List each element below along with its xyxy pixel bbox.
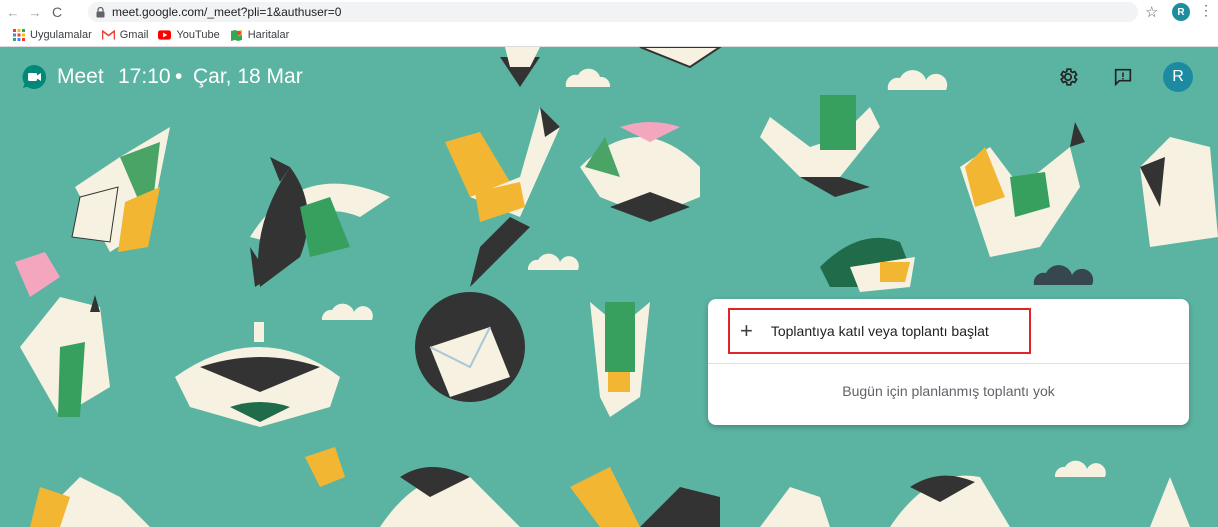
bookmark-label: Haritalar xyxy=(247,29,290,41)
bookmark-apps[interactable]: Uygulamalar xyxy=(12,29,92,42)
reload-icon[interactable]: C xyxy=(48,3,66,21)
meet-date: Çar, 18 Mar xyxy=(193,65,303,88)
forward-arrow-icon[interactable]: → xyxy=(26,3,44,21)
card-divider xyxy=(708,363,1189,364)
bookmark-label: Uygulamalar xyxy=(30,29,92,41)
meeting-card: + Toplantıya katıl veya toplantı başlat … xyxy=(708,299,1189,425)
feedback-icon[interactable] xyxy=(1112,66,1134,88)
lock-icon xyxy=(94,6,106,18)
youtube-icon xyxy=(158,29,172,42)
birds-background-illustration xyxy=(15,47,1218,527)
address-bar[interactable]: meet.google.com/_meet?pli=1&authuser=0 xyxy=(88,2,1138,22)
apps-grid-icon xyxy=(12,29,25,42)
url-text: meet.google.com/_meet?pli=1&authuser=0 xyxy=(112,5,342,19)
account-avatar[interactable]: R xyxy=(1163,62,1193,92)
bookmark-gmail[interactable]: Gmail xyxy=(101,29,149,42)
no-scheduled-meetings-text: Bugün için planlanmış toplantı yok xyxy=(842,383,1055,399)
bookmark-label: YouTube xyxy=(176,29,220,41)
meet-page: Meet 17:10 • Çar, 18 Mar R + Toplantıya … xyxy=(0,47,1218,527)
join-or-start-meeting-button[interactable]: + Toplantıya katıl veya toplantı başlat xyxy=(728,308,1031,354)
settings-gear-icon[interactable] xyxy=(1057,66,1079,88)
bookmark-youtube[interactable]: YouTube xyxy=(158,29,220,42)
gmail-icon xyxy=(101,29,115,42)
back-arrow-icon[interactable]: ← xyxy=(4,3,22,21)
browser-toolbar: ← → C meet.google.com/_meet?pli=1&authus… xyxy=(0,0,1218,24)
bookmark-label: Gmail xyxy=(119,29,149,41)
browser-profile-avatar[interactable]: R xyxy=(1172,3,1190,21)
browser-menu-icon[interactable]: ⋮ xyxy=(1199,2,1213,19)
bookmarks-bar: Uygulamalar Gmail YouTube Haritalar xyxy=(0,24,1218,47)
meet-logo-icon xyxy=(22,64,47,89)
maps-icon xyxy=(230,29,243,42)
plus-icon: + xyxy=(740,318,753,343)
meet-title: Meet xyxy=(57,65,104,88)
meet-time: 17:10 xyxy=(118,65,171,88)
separator-dot: • xyxy=(175,65,183,88)
join-meeting-label: Toplantıya katıl veya toplantı başlat xyxy=(770,323,989,339)
bookmark-maps[interactable]: Haritalar xyxy=(230,29,290,42)
meet-header: Meet 17:10 • Çar, 18 Mar R xyxy=(0,47,1218,107)
bookmark-star-icon[interactable]: ☆ xyxy=(1145,3,1158,21)
